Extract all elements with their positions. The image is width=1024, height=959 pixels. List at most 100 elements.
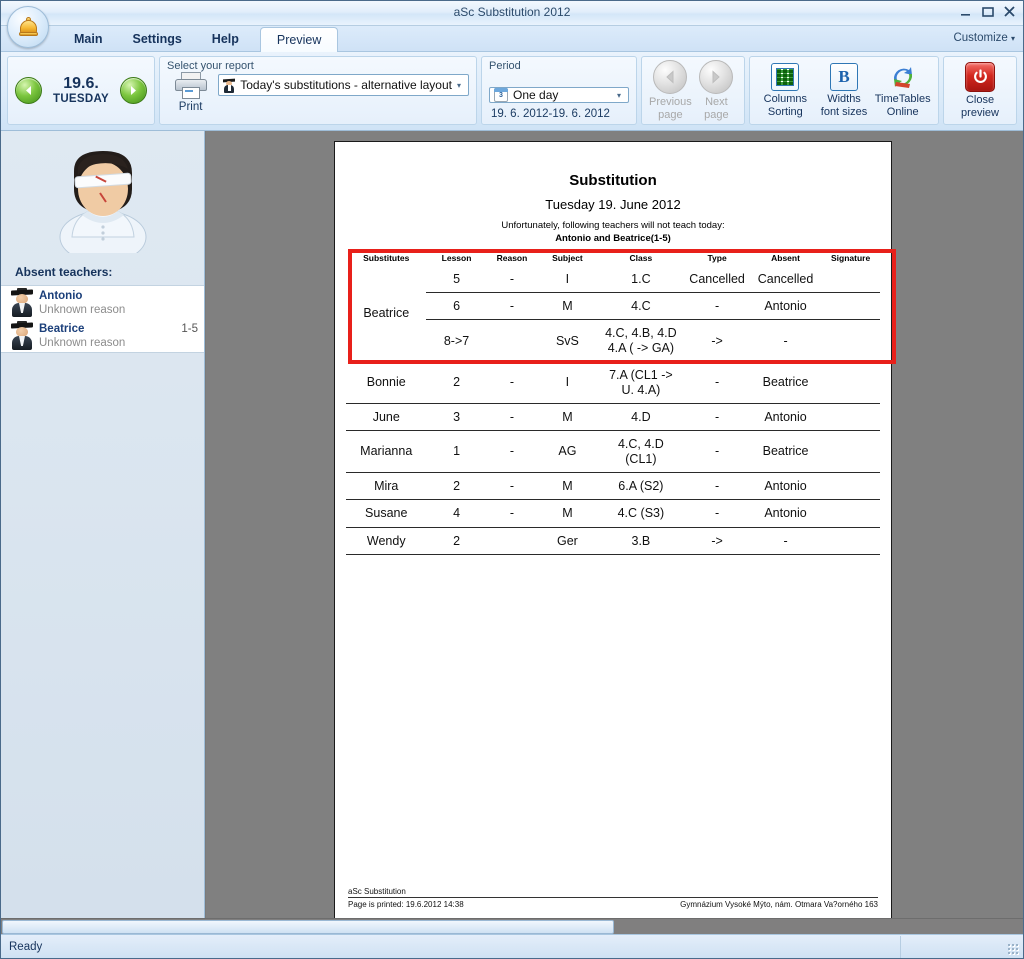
bold-b-glyph: B [838,68,849,85]
report-note-line2: Antonio and Beatrice(1-5) [555,233,671,244]
current-date: 19.6. [53,75,109,93]
close-preview-button[interactable]: Close preview [951,62,1009,119]
timetables-online-button[interactable]: TimeTables Online [874,63,931,118]
columns-sorting-button[interactable]: Columns Sorting [757,63,814,118]
ribbon-toolbar: 19.6. TUESDAY Select your report Print [1,52,1023,131]
table-row[interactable]: June 3 - M 4.D - Antonio [346,403,880,430]
print-button[interactable]: Print [167,72,214,113]
menu-item-settings[interactable]: Settings [117,28,196,52]
cell-class: 3.B [598,527,685,554]
column-header-substitutes: Substitutes [346,253,426,266]
footer-printed: Page is printed: 19.6.2012 14:38 [348,900,464,909]
columns-sorting-icon [771,63,799,91]
table-row[interactable]: Susane 4 - M 4.C (S3) - Antonio [346,500,880,527]
report-select-combobox[interactable]: Today's substitutions - alternative layo… [218,74,469,96]
table-row[interactable]: 6 - M 4.C - Antonio [346,293,880,320]
cell-substitute: Susane [346,500,426,527]
chevron-down-icon[interactable]: ▾ [452,81,466,90]
table-row[interactable]: Beatrice 5 - I 1.C Cancelled Cancelled [346,266,880,293]
next-page-button[interactable]: Next page [696,60,737,121]
cell-signature [821,320,880,362]
cell-lesson: 3 [426,403,486,430]
timetables-online-icon [888,63,918,91]
cell-absent: - [750,527,821,554]
teacher-icon [11,321,33,351]
cell-type: -> [684,320,750,362]
tab-preview[interactable]: Preview [260,27,338,53]
cell-signature [821,293,880,320]
current-weekday: TUESDAY [53,93,109,106]
table-row[interactable]: Marianna 1 - AG 4.C, 4.D (CL1) - Beatric… [346,431,880,473]
column-header-lesson: Lesson [426,253,486,266]
tab-preview-label: Preview [277,33,321,47]
cell-substitute: Mira [346,473,426,500]
bell-icon [19,17,38,38]
chevron-down-icon[interactable]: ▾ [612,91,626,100]
print-preview-canvas[interactable]: Substitution Tuesday 19. June 2012 Unfor… [205,131,1023,918]
horizontal-scrollbar[interactable] [1,918,1023,934]
calendar-icon: 3 [494,88,508,102]
horizontal-scrollbar-thumb[interactable] [2,920,614,934]
column-header-reason: Reason [487,253,538,266]
menu-item-main[interactable]: Main [59,28,117,52]
cell-reason: - [487,293,538,320]
cell-type: - [684,431,750,473]
list-item[interactable]: Beatrice Unknown reason 1-5 [1,319,204,352]
previous-day-button[interactable] [15,77,42,104]
footer-school: Gymnázium Vysoké Mýto, nám. Otmara Va?or… [680,900,878,909]
cell-type: - [684,293,750,320]
timetables-label-line2: Online [887,106,919,118]
cell-substitute: Bonnie [346,362,426,404]
teacher-name: Beatrice [39,322,181,336]
customize-label: Customize [953,32,1007,44]
cell-lesson: 4 [426,500,486,527]
list-item[interactable]: Antonio Unknown reason [1,286,204,319]
table-row[interactable]: Wendy 2 Ger 3.B -> - [346,527,880,554]
table-row[interactable]: 8->7 SvS 4.C, 4.B, 4.D 4.A ( -> GA) -> - [346,320,880,362]
cell-type: Cancelled [684,266,750,293]
cell-class: 4.C, 4.D (CL1) [598,431,685,473]
application-window: aSc Substitution 2012 Main Settings Help… [0,0,1024,959]
customize-button[interactable]: Customize ▾ [953,32,1015,44]
cell-reason: - [487,266,538,293]
cell-lesson: 2 [426,473,486,500]
cell-class: 4.C (S3) [598,500,685,527]
resize-grip[interactable] [1007,943,1020,956]
close-button[interactable] [1002,4,1017,19]
status-bar: Ready [1,934,1023,958]
menu-item-help[interactable]: Help [197,28,254,52]
absent-teachers-list: Antonio Unknown reason Beatrice Unknown … [1,285,204,353]
previous-page-button[interactable]: Previous page [649,60,692,121]
table-header-row: Substitutes Lesson Reason Subject Class … [346,253,880,266]
teacher-reason: Unknown reason [39,303,198,317]
window-controls [958,4,1017,19]
minimize-button[interactable] [958,4,973,19]
widths-font-sizes-button[interactable]: B Widths font sizes [816,63,873,118]
cell-absent: Antonio [750,293,821,320]
cell-absent: Beatrice [750,431,821,473]
columns-sorting-label-line2: Sorting [768,106,803,118]
menu-item-settings-label: Settings [132,32,181,46]
cell-subject: M [537,500,597,527]
print-button-label: Print [179,101,203,113]
close-preview-group: Close preview [943,56,1017,125]
select-report-group: Select your report Print Today's substit… [159,56,477,125]
cell-signature [821,266,880,293]
cell-absent: - [750,320,821,362]
widths-label-line1: Widths [827,93,861,105]
close-preview-label-line1: Close [966,94,994,106]
next-day-button[interactable] [120,77,147,104]
bell-logo-icon[interactable] [7,6,49,48]
column-header-subject: Subject [537,253,597,266]
cell-signature [821,403,880,430]
cell-type: - [684,473,750,500]
period-select-combobox[interactable]: 3 One day ▾ [489,87,629,103]
table-row[interactable]: Bonnie 2 - I 7.A (CL1 -> U. 4.A) - Beatr… [346,362,880,404]
table-row[interactable]: Mira 2 - M 6.A (S2) - Antonio [346,473,880,500]
cell-lesson: 2 [426,527,486,554]
window-title: aSc Substitution 2012 [1,5,1023,19]
maximize-button[interactable] [980,4,995,19]
cell-subject: AG [537,431,597,473]
cell-substitute: Beatrice [346,266,426,362]
cell-lesson: 2 [426,362,486,404]
